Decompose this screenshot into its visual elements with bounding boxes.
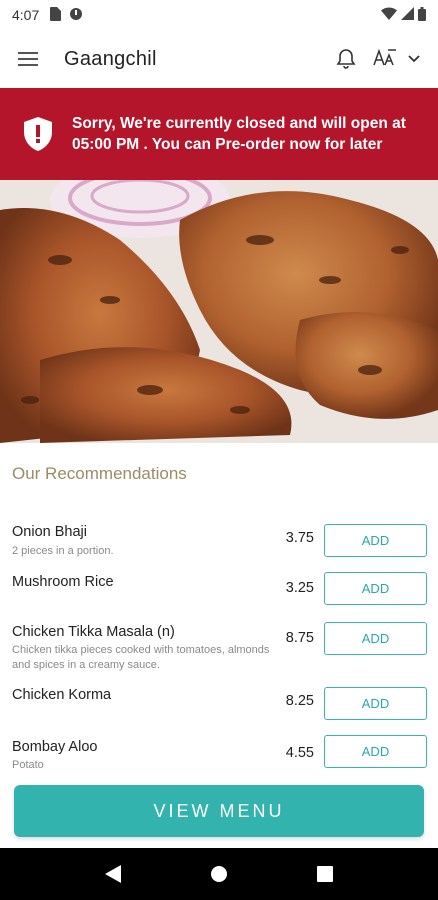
item-description: Chicken tikka pieces cooked with tomatoe… xyxy=(12,644,270,671)
item-price: 3.25 xyxy=(285,580,314,596)
list-item: Mushroom Rice 3.25 ADD xyxy=(0,566,438,616)
hero-food-image xyxy=(0,180,438,443)
item-description: 2 pieces in a portion. xyxy=(12,545,114,557)
chevron-down-icon xyxy=(408,50,420,68)
list-item: Chicken Tikka Masala (n) Chicken tikka p… xyxy=(0,616,438,679)
add-button[interactable]: ADD xyxy=(324,572,427,605)
recommendations-list: Onion Bhaji 2 pieces in a portion. 3.75 … xyxy=(0,516,438,783)
item-name: Chicken Tikka Masala (n) xyxy=(12,624,175,640)
item-price: 4.55 xyxy=(285,745,314,761)
translate-icon xyxy=(372,47,398,72)
recommendations-heading: Our Recommendations xyxy=(12,464,187,483)
item-price: 8.25 xyxy=(285,693,314,709)
wifi-icon xyxy=(381,7,397,23)
add-button[interactable]: ADD xyxy=(324,687,427,720)
view-menu-button[interactable]: VIEW MENU xyxy=(14,785,424,837)
item-description: Potato xyxy=(12,759,44,771)
shield-alert-icon xyxy=(24,117,52,151)
add-button[interactable]: ADD xyxy=(324,735,427,768)
back-icon[interactable] xyxy=(93,854,133,894)
item-price: 8.75 xyxy=(285,630,314,646)
restaurant-title: Gaangchil xyxy=(64,47,157,70)
notification-bell-icon[interactable] xyxy=(336,48,356,70)
item-name: Chicken Korma xyxy=(12,687,112,703)
status-bar: 4:07 xyxy=(0,0,438,30)
status-time: 4:07 xyxy=(12,7,40,23)
list-item: Chicken Korma 8.25 ADD xyxy=(0,679,438,731)
app-bar: Gaangchil xyxy=(0,30,438,88)
closed-notice-banner: Sorry, We're currently closed and will o… xyxy=(0,88,438,180)
item-name: Bombay Aloo xyxy=(12,739,98,755)
closed-message: Sorry, We're currently closed and will o… xyxy=(72,115,406,153)
list-item: Onion Bhaji 2 pieces in a portion. 3.75 … xyxy=(0,516,438,566)
signal-icon xyxy=(401,7,414,23)
item-name: Mushroom Rice xyxy=(12,574,114,590)
home-icon[interactable] xyxy=(199,854,239,894)
add-button[interactable]: ADD xyxy=(324,622,427,655)
system-navigation-bar xyxy=(0,848,438,900)
item-price: 3.75 xyxy=(285,530,314,546)
list-item: Bombay Aloo Potato 4.55 ADD xyxy=(0,731,438,783)
recent-apps-icon[interactable] xyxy=(305,854,345,894)
battery-icon xyxy=(418,6,426,24)
language-selector[interactable] xyxy=(372,47,420,72)
sim-card-icon xyxy=(49,6,62,24)
add-button[interactable]: ADD xyxy=(324,524,427,557)
hamburger-menu-icon[interactable] xyxy=(18,47,42,71)
item-name: Onion Bhaji xyxy=(12,524,87,540)
data-saver-icon xyxy=(69,7,83,24)
